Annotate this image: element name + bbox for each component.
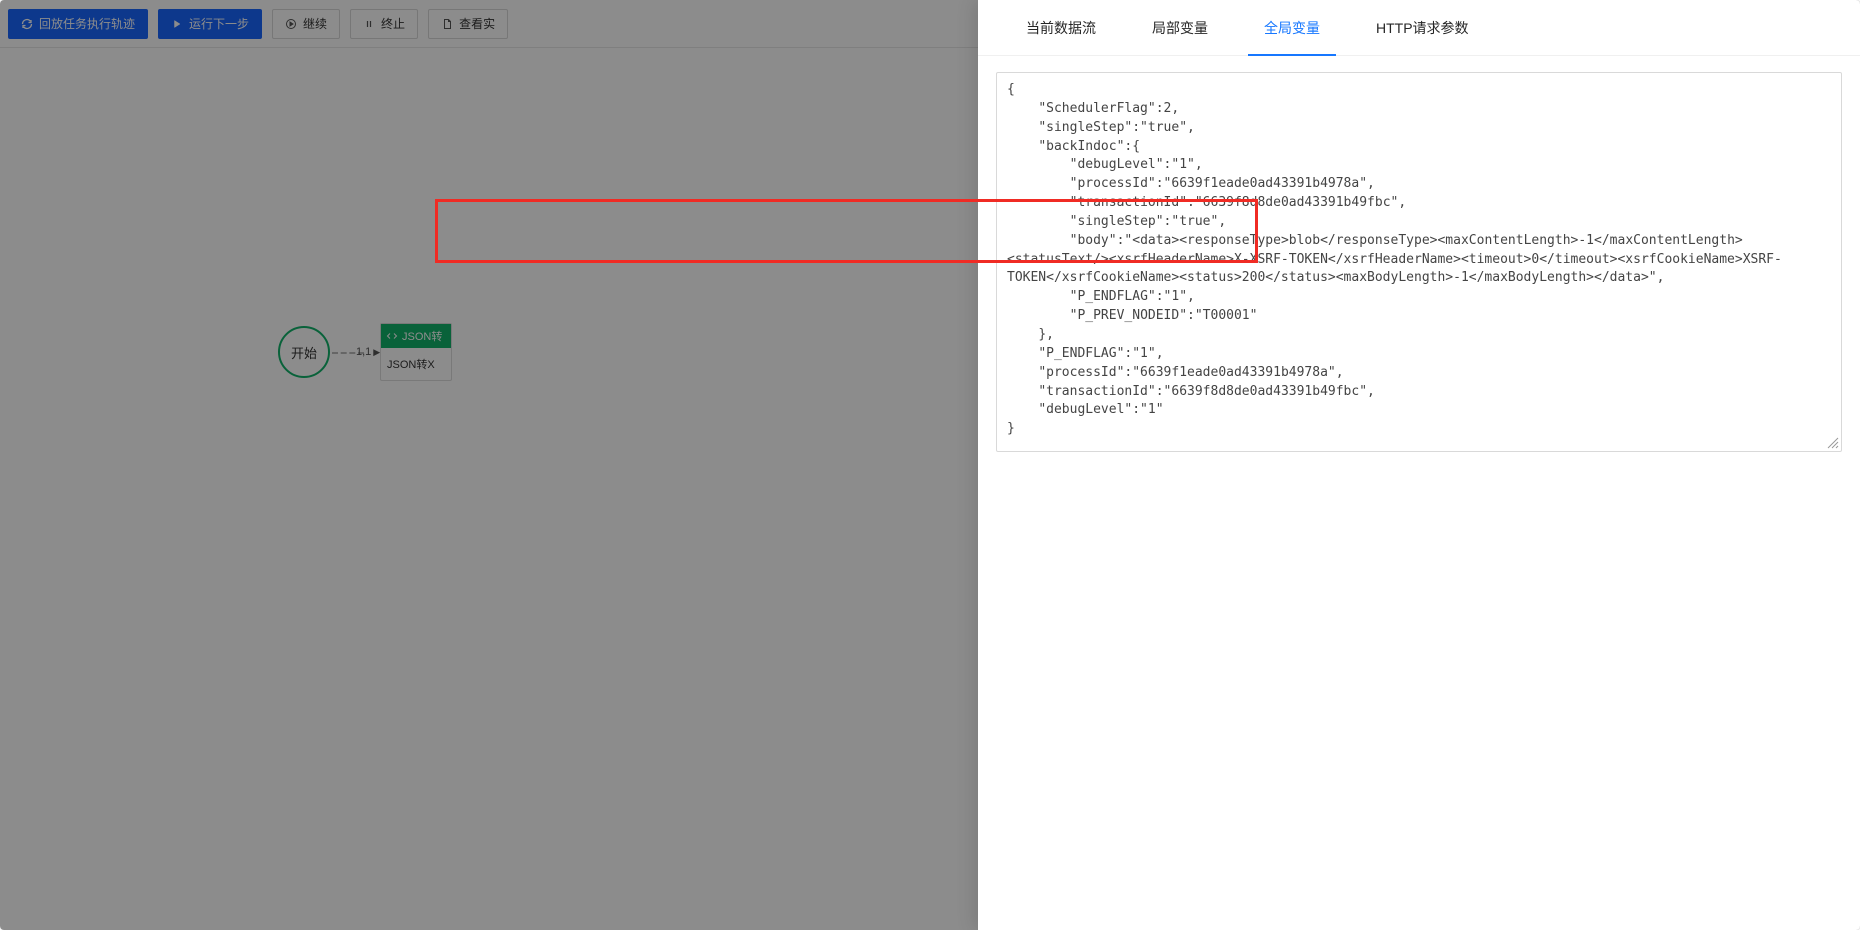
page: 回放任务执行轨迹 运行下一步 继续 终止 (0, 0, 1860, 930)
view-label: 查看实 (459, 15, 495, 32)
terminate-label: 终止 (381, 15, 405, 32)
json-transform-node[interactable]: JSON转 JSON转X (380, 323, 452, 381)
refresh-icon (21, 18, 33, 30)
step-label: 运行下一步 (189, 15, 249, 32)
play-icon (171, 18, 183, 30)
terminate-button[interactable]: 终止 (350, 9, 418, 39)
step-button[interactable]: 运行下一步 (158, 9, 262, 39)
start-node[interactable]: 开始 (278, 326, 330, 378)
tab-local-vars[interactable]: 局部变量 (1124, 0, 1236, 55)
view-realtime-button[interactable]: 查看实 (428, 9, 508, 39)
flow-edge-label: 1,1 ▶ (356, 346, 380, 358)
continue-icon (285, 18, 297, 30)
panel-body: { "SchedulerFlag":2, "singleStep":"true"… (978, 56, 1860, 930)
tab-http-params[interactable]: HTTP请求参数 (1348, 0, 1497, 55)
resize-handle-icon[interactable] (1827, 437, 1839, 449)
global-vars-code[interactable]: { "SchedulerFlag":2, "singleStep":"true"… (996, 72, 1842, 452)
code-content: { "SchedulerFlag":2, "singleStep":"true"… (1007, 82, 1782, 436)
continue-label: 继续 (303, 15, 327, 32)
tab-global-vars[interactable]: 全局变量 (1236, 0, 1348, 55)
pause-icon (363, 18, 375, 30)
code-icon (386, 330, 398, 342)
panel-tabs: 当前数据流 局部变量 全局变量 HTTP请求参数 (978, 0, 1860, 56)
json-node-body: JSON转X (381, 348, 451, 380)
tab-current-stream[interactable]: 当前数据流 (998, 0, 1124, 55)
replay-label: 回放任务执行轨迹 (39, 15, 135, 32)
document-icon (441, 18, 453, 30)
debug-panel: 当前数据流 局部变量 全局变量 HTTP请求参数 { "SchedulerFla… (978, 0, 1860, 930)
replay-button[interactable]: 回放任务执行轨迹 (8, 9, 148, 39)
json-node-header: JSON转 (381, 324, 451, 348)
start-node-label: 开始 (291, 343, 317, 362)
continue-button[interactable]: 继续 (272, 9, 340, 39)
